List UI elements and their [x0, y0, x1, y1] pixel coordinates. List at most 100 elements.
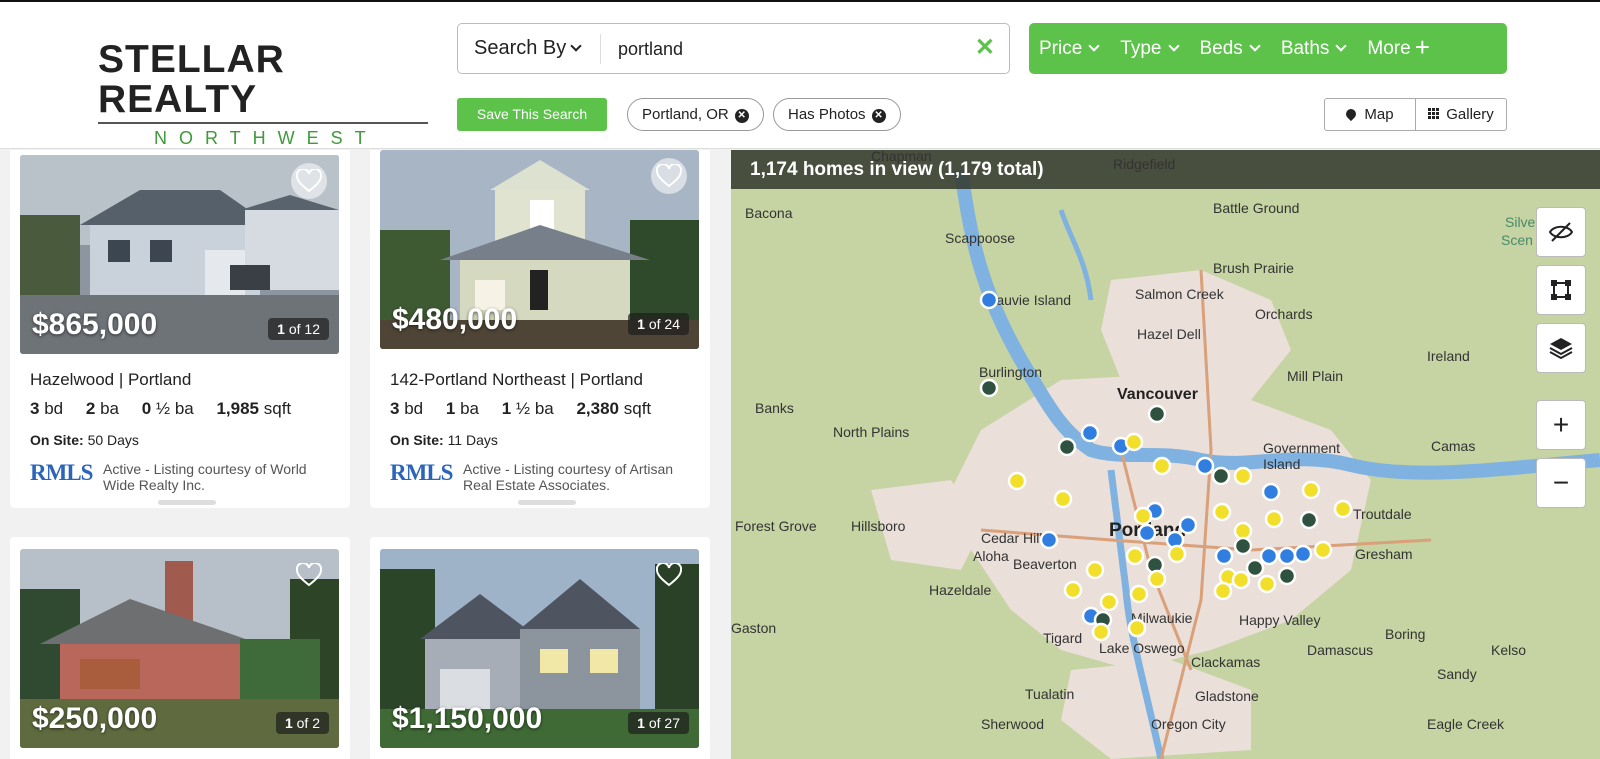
- price-filter-label: Price: [1039, 37, 1083, 59]
- map-marker: [1233, 466, 1253, 486]
- photo-count: 1 of 2: [275, 712, 329, 734]
- heart-icon: [656, 164, 682, 188]
- app: STELLAR REALTY NORTHWEST Search By ✕ Pri…: [0, 0, 1600, 759]
- map-marker: [1127, 618, 1147, 638]
- listing-price: $1,150,000: [392, 702, 543, 735]
- zoom-in-button[interactable]: +: [1536, 400, 1586, 450]
- clear-search-icon[interactable]: ✕: [975, 35, 995, 61]
- map-marker: [1277, 546, 1297, 566]
- map-marker: [1233, 521, 1253, 541]
- beds-value: 3: [30, 399, 40, 418]
- filter-chip-has-photos[interactable]: Has Photos ✕: [773, 98, 901, 131]
- map-marker: [1129, 584, 1149, 604]
- card-handle[interactable]: [518, 500, 576, 505]
- save-search-button[interactable]: Save This Search: [457, 98, 607, 131]
- chevron-down-icon: [570, 40, 582, 52]
- map-layers-button[interactable]: [1536, 323, 1586, 373]
- map-marker: [1301, 480, 1321, 500]
- map-view-label: Map: [1364, 106, 1394, 123]
- heart-icon: [296, 169, 322, 193]
- listing-courtesy: Active - Listing courtesy of World Wide …: [103, 461, 307, 493]
- photo-count: 1 of 27: [628, 712, 689, 734]
- map-marker: [1063, 580, 1083, 600]
- remove-chip-icon[interactable]: ✕: [871, 109, 886, 123]
- on-site-days: On Site: 50 Days: [30, 432, 139, 448]
- baths-value: 2: [85, 399, 96, 418]
- remove-chip-icon[interactable]: ✕: [734, 109, 749, 123]
- filter-chip-portland[interactable]: Portland, OR ✕: [627, 98, 764, 131]
- listing-photo[interactable]: $1,150,000 1 of 27: [380, 549, 699, 748]
- beds-filter-button[interactable]: Beds: [1200, 38, 1261, 60]
- chevron-down-icon: [1088, 39, 1100, 52]
- listing-photo[interactable]: $250,000 1 of 2: [20, 549, 339, 748]
- map-marker: [1137, 523, 1157, 543]
- filter-bar: Price Type Beds Baths More +: [1029, 23, 1507, 74]
- beds-unit: bd: [404, 399, 424, 418]
- half-baths-value: 0: [141, 399, 152, 418]
- search-by-dropdown[interactable]: Search By: [474, 37, 582, 60]
- map-marker: [1293, 544, 1313, 564]
- listing-photo[interactable]: $865,000 1 of 12: [20, 155, 339, 354]
- baths-unit: ba: [100, 399, 119, 418]
- draw-area-button[interactable]: [1536, 265, 1586, 315]
- gallery-view-button[interactable]: Gallery: [1415, 99, 1506, 130]
- photo-index: 1: [637, 316, 645, 332]
- hide-markers-button[interactable]: [1536, 207, 1586, 257]
- type-filter-label: Type: [1120, 37, 1162, 59]
- on-site-label: On Site:: [390, 432, 444, 448]
- gallery-view-label: Gallery: [1446, 106, 1494, 123]
- map-marker: [1313, 540, 1333, 560]
- type-filter-button[interactable]: Type: [1120, 37, 1180, 60]
- on-site-label: On Site:: [30, 432, 84, 448]
- logo[interactable]: STELLAR REALTY NORTHWEST: [98, 40, 428, 148]
- map-marker: [1099, 592, 1119, 612]
- favorite-button[interactable]: [651, 557, 687, 593]
- search-input[interactable]: [618, 33, 958, 65]
- map-marker: [1152, 456, 1172, 476]
- listing-card[interactable]: $865,000 1 of 12 Hazelwood | Portland 3 …: [10, 150, 350, 508]
- map-view-button[interactable]: Map: [1325, 99, 1415, 130]
- hidden-eye-icon: [1548, 222, 1574, 242]
- map-marker: [979, 290, 999, 310]
- map-marker: [1231, 570, 1251, 590]
- listing-photo[interactable]: $480,000 1 of 24: [380, 150, 699, 349]
- zoom-out-button[interactable]: −: [1536, 458, 1586, 508]
- price-filter-button[interactable]: Price: [1039, 37, 1100, 60]
- photo-total: of 27: [648, 715, 680, 731]
- listing-card[interactable]: $1,150,000 1 of 27: [370, 537, 710, 759]
- map-marker: [1259, 546, 1279, 566]
- map-marker: [1178, 515, 1198, 535]
- map-marker: [1299, 510, 1319, 530]
- search-by-label: Search By: [474, 37, 567, 59]
- map-marker: [1124, 432, 1144, 452]
- half-baths-value: 1: [501, 399, 512, 418]
- listing-card[interactable]: $250,000 1 of 2: [10, 537, 350, 759]
- favorite-button[interactable]: [651, 158, 687, 194]
- listing-price: $480,000: [392, 303, 518, 336]
- photo-total: of 2: [296, 715, 320, 731]
- chevron-down-icon: [1167, 39, 1180, 52]
- favorite-button[interactable]: [291, 163, 327, 199]
- baths-value: 1: [445, 399, 456, 418]
- photo-index: 1: [277, 321, 285, 337]
- listing-title[interactable]: 142-Portland Northeast | Portland: [390, 370, 643, 390]
- half-baths-unit: ½ ba: [155, 399, 194, 418]
- card-handle[interactable]: [158, 500, 216, 505]
- listing-card[interactable]: $480,000 1 of 24 142-Portland Northeast …: [370, 150, 710, 508]
- favorite-button[interactable]: [291, 557, 327, 593]
- map-panel[interactable]: 1,174 homes in view (1,179 total) Bacona…: [731, 150, 1600, 759]
- more-filter-button[interactable]: More +: [1367, 34, 1429, 60]
- listing-title[interactable]: Hazelwood | Portland: [30, 370, 191, 390]
- baths-filter-button[interactable]: Baths: [1281, 38, 1348, 60]
- rmls-logo: RMLS: [30, 460, 93, 485]
- sqft-unit: sqft: [623, 399, 652, 418]
- map-marker: [1053, 489, 1073, 509]
- listings-panel: $865,000 1 of 12 Hazelwood | Portland 3 …: [0, 150, 730, 759]
- map-marker: [1147, 404, 1167, 424]
- map-marker: [1213, 581, 1233, 601]
- map-marker: [1125, 546, 1145, 566]
- map-marker: [1057, 437, 1077, 457]
- map-marker: [979, 378, 999, 398]
- map-marker: [1233, 536, 1253, 556]
- more-filter-label: More: [1367, 37, 1411, 59]
